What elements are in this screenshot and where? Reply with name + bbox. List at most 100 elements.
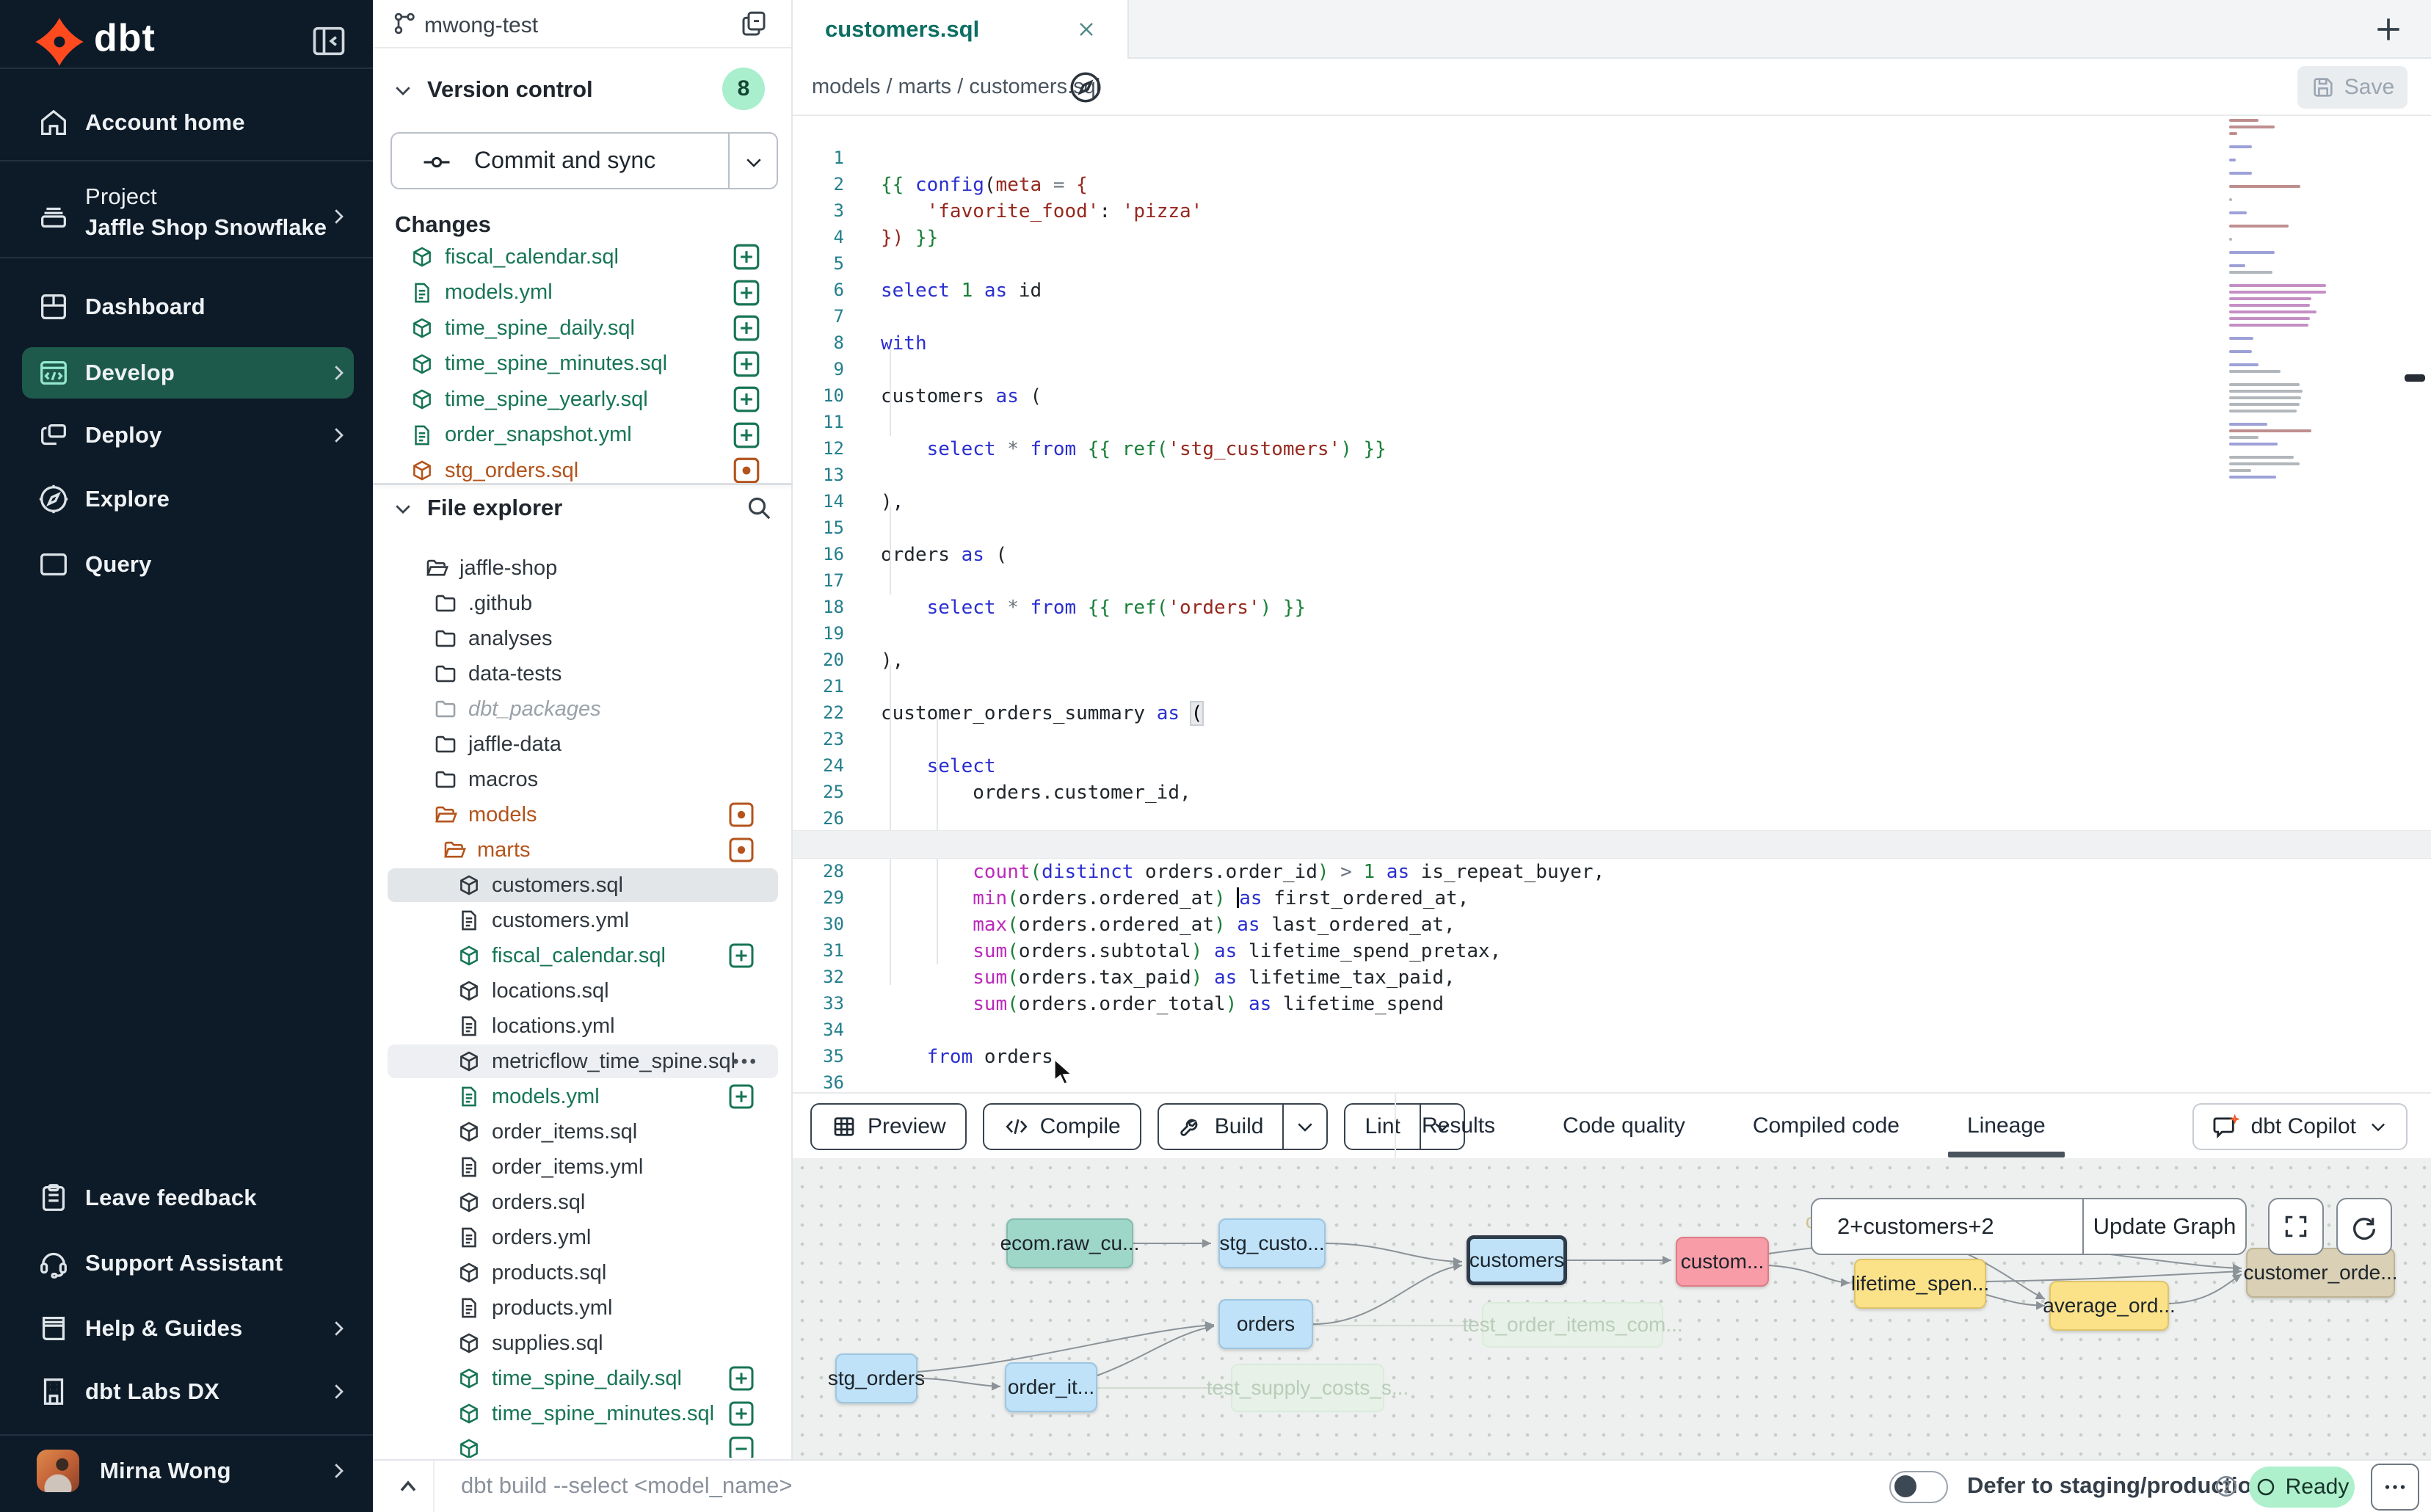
plus-badge-icon[interactable] xyxy=(727,1364,756,1393)
lineage-node-stg_orders[interactable]: stg_orders xyxy=(835,1353,917,1403)
code-line[interactable]: 13 ), xyxy=(793,435,2431,462)
file-row-products-sql[interactable]: products.sql xyxy=(388,1256,778,1290)
code-line[interactable]: 2 'favorite_food': 'pizza' xyxy=(793,144,2431,171)
code-line[interactable]: 34 from orders xyxy=(793,989,2431,1017)
sidebar-item-develop[interactable]: Develop xyxy=(0,345,373,401)
code-line[interactable]: 19 ), xyxy=(793,593,2431,620)
code-line[interactable]: 11 select * from {{ ref('stg_customers')… xyxy=(793,382,2431,409)
lineage-node-orders[interactable]: orders xyxy=(1218,1299,1313,1349)
code-line[interactable]: 21 customer_orders_summary as ( xyxy=(793,646,2431,673)
code-line[interactable]: 3 }) }} xyxy=(793,170,2431,197)
code-line[interactable]: 32 sum(orders.order_total) as lifetime_s… xyxy=(793,937,2431,964)
file-row-orders-sql[interactable]: orders.sql xyxy=(388,1185,778,1219)
file-row-customers-sql[interactable]: customers.sql xyxy=(388,868,778,902)
build-dropdown-icon[interactable] xyxy=(1282,1105,1326,1149)
code-line[interactable]: 14 xyxy=(793,461,2431,488)
code-line[interactable]: 15 orders as ( xyxy=(793,487,2431,515)
sidebar-item-help-guides[interactable]: Help & Guides xyxy=(0,1301,373,1356)
file-row-macros[interactable]: macros xyxy=(388,763,778,796)
sidebar-item-user[interactable]: Mirna Wong xyxy=(0,1443,373,1499)
code-line[interactable]: 22 xyxy=(793,672,2431,699)
lineage-node-customers2[interactable]: custom... xyxy=(1676,1237,1769,1287)
lineage-node-customer_orders[interactable]: customer_orde... xyxy=(2246,1248,2395,1298)
lineage-node-stg_customers[interactable]: stg_custo... xyxy=(1218,1218,1326,1268)
tab-compiled-code[interactable]: Compiled code xyxy=(1753,1113,1900,1138)
file-row-products-yml[interactable]: products.yml xyxy=(388,1291,778,1325)
file-row-dbt-packages[interactable]: dbt_packages xyxy=(388,692,778,726)
code-line[interactable]: 12 xyxy=(793,408,2431,435)
sidebar-item-explore[interactable]: Explore xyxy=(0,471,373,527)
file-row-supplies-sql[interactable]: supplies.sql xyxy=(388,1326,778,1360)
collapse-sidebar-icon[interactable] xyxy=(310,22,348,60)
sidebar-item-deploy[interactable]: Deploy xyxy=(0,407,373,463)
code-line[interactable]: 9 customers as ( xyxy=(793,329,2431,356)
code-line[interactable]: 27 count(distinct orders.order_id) > 1 a… xyxy=(793,804,2431,832)
file-row-models[interactable]: models xyxy=(388,798,778,832)
lineage-search[interactable]: 2+customers+2 Update Graph xyxy=(1811,1198,2247,1255)
file-row[interactable] xyxy=(388,1432,778,1458)
file-row-locations-yml[interactable]: locations.yml xyxy=(388,1009,778,1043)
sidebar-item-project[interactable]: ProjectJaffle Shop Snowflake xyxy=(0,176,373,257)
lineage-node-ecom_raw[interactable]: ecom.raw_cu... xyxy=(1006,1218,1133,1268)
lineage-node-test_order_items[interactable]: test_order_items_com... xyxy=(1482,1302,1663,1348)
lineage-node-lifetime_spend[interactable]: lifetime_spen... xyxy=(1854,1259,1986,1309)
code-line[interactable]: 25 xyxy=(793,752,2431,779)
file-row--github[interactable]: .github xyxy=(388,586,778,620)
file-row-data-tests[interactable]: data-tests xyxy=(388,657,778,691)
file-row-time-spine-daily-sql[interactable]: time_spine_daily.sql xyxy=(388,1362,778,1395)
code-line[interactable]: 18 xyxy=(793,567,2431,594)
tab-code-quality[interactable]: Code quality xyxy=(1563,1113,1685,1138)
compile-button[interactable]: Compile xyxy=(983,1103,1141,1150)
close-tab-icon[interactable] xyxy=(1075,18,1098,41)
code-line[interactable]: 1 {{ config(meta = { xyxy=(793,117,2431,145)
plus-badge-icon[interactable] xyxy=(727,941,756,970)
tab-lineage[interactable]: Lineage xyxy=(1967,1113,2046,1138)
code-line[interactable]: 35 xyxy=(793,1016,2431,1043)
plus-badge-icon[interactable] xyxy=(727,1082,756,1111)
code-line[interactable]: 29 max(orders.ordered_at) as last_ordere… xyxy=(793,857,2431,884)
row-menu-icon[interactable] xyxy=(730,1047,759,1076)
lineage-canvas[interactable]: ecom.raw_cu... stg_custo... customers custo… xyxy=(793,1158,2431,1459)
refresh-button[interactable] xyxy=(2336,1198,2392,1255)
file-row-models-yml[interactable]: models.yml xyxy=(388,1080,778,1113)
code-line[interactable]: 4 xyxy=(793,197,2431,224)
file-row-analyses[interactable]: analyses xyxy=(388,622,778,655)
code-line[interactable]: 24 orders.customer_id, xyxy=(793,725,2431,752)
code-line[interactable]: 5 select 1 as id xyxy=(793,223,2431,250)
file-row-jaffle-data[interactable]: jaffle-data xyxy=(388,727,778,761)
dot-badge-icon[interactable] xyxy=(727,835,756,865)
code-line[interactable]: 31 sum(orders.tax_paid) as lifetime_tax_… xyxy=(793,910,2431,937)
update-graph-button[interactable]: Update Graph xyxy=(2084,1213,2245,1240)
code-line[interactable]: 8 xyxy=(793,302,2431,330)
lineage-node-customers[interactable]: customers xyxy=(1467,1235,1567,1285)
more-options-button[interactable] xyxy=(2371,1464,2419,1511)
code-line[interactable]: 16 xyxy=(793,514,2431,541)
defer-toggle[interactable] xyxy=(1889,1471,1948,1503)
code-line[interactable]: 7 with xyxy=(793,276,2431,303)
sidebar-item-dashboard[interactable]: Dashboard xyxy=(0,279,373,335)
file-row-marts[interactable]: marts xyxy=(388,833,778,867)
file-row-time-spine-minutes-sql[interactable]: time_spine_minutes.sql xyxy=(388,1397,778,1431)
minimap[interactable] xyxy=(2229,119,2332,482)
code-line[interactable]: 26 count(distinct orders.order_id) as co… xyxy=(793,778,2431,805)
code-line[interactable]: 23 select xyxy=(793,699,2431,726)
code-line[interactable]: 10 xyxy=(793,355,2431,382)
help-question-icon[interactable] xyxy=(2214,1474,2239,1499)
lineage-node-test_supply_costs[interactable]: test_supply_costs_s... xyxy=(1231,1364,1384,1412)
lineage-node-order_items[interactable]: order_it... xyxy=(1005,1362,1097,1412)
file-row-order-items-yml[interactable]: order_items.yml xyxy=(388,1150,778,1184)
sidebar-item-account-home[interactable]: Account home xyxy=(0,95,373,150)
code-line[interactable]: 33 xyxy=(793,963,2431,990)
plus-badge-icon[interactable] xyxy=(727,1399,756,1428)
file-row-customers-yml[interactable]: customers.yml xyxy=(388,904,778,937)
fullscreen-button[interactable] xyxy=(2268,1198,2324,1255)
code-line[interactable]: 30 sum(orders.subtotal) as lifetime_spen… xyxy=(793,884,2431,911)
code-line[interactable]: 36 group by 1 xyxy=(793,1042,2431,1069)
tab-customers-sql[interactable]: customers.sql xyxy=(793,0,1129,59)
save-button[interactable]: Save xyxy=(2297,66,2408,109)
sidebar-item-query[interactable]: Query xyxy=(0,537,373,592)
code-editor[interactable]: 1 {{ config(meta = { 2 'favorite_food': … xyxy=(793,116,2431,1092)
command-input[interactable]: dbt build --select <model_name> xyxy=(461,1472,792,1499)
dot-badge-icon[interactable] xyxy=(727,800,756,829)
tab-results[interactable]: Results xyxy=(1422,1113,1495,1138)
